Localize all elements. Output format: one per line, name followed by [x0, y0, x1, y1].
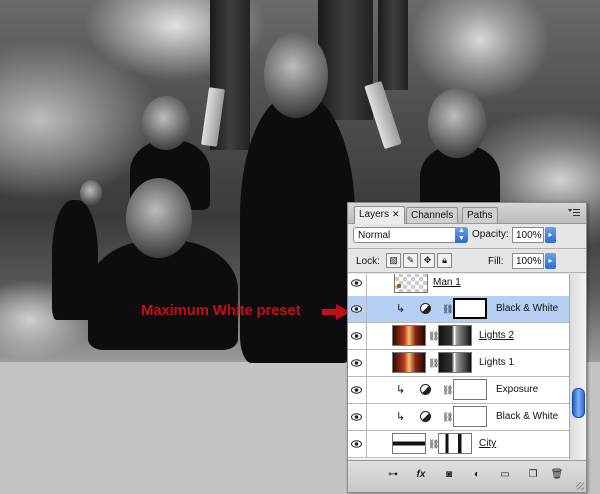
visibility-toggle[interactable] — [348, 296, 367, 322]
fill-slider-button[interactable]: ▸ — [545, 253, 556, 269]
chain-link-icon[interactable]: ⛓ — [428, 358, 439, 368]
annotation-arrow-icon — [322, 304, 350, 320]
layer-thumbnail — [392, 325, 426, 346]
layer-mask-thumbnail — [453, 298, 487, 319]
adjustment-layer-icon — [420, 384, 431, 395]
new-layer-icon[interactable]: ❐ — [524, 467, 542, 483]
close-icon[interactable]: ✕ — [392, 209, 400, 219]
tab-layers-label: Layers — [359, 209, 390, 220]
face-left-man — [80, 180, 102, 206]
layer-row-lights-2[interactable]: ⛓ Lights 2 — [348, 323, 569, 350]
eye-icon — [351, 359, 362, 367]
eye-icon — [351, 386, 362, 394]
face-front-man — [126, 178, 192, 258]
tab-layers[interactable]: Layers ✕ — [354, 206, 405, 224]
layer-name[interactable]: Exposure — [496, 384, 538, 395]
layer-thumbnail — [392, 352, 426, 373]
lock-all-icon[interactable]: 🔒︎ — [437, 253, 452, 268]
link-layers-icon[interactable]: ⊶ — [384, 467, 402, 483]
opacity-input[interactable]: 100% — [512, 227, 544, 243]
eye-icon — [351, 305, 362, 313]
layer-row-lights-1[interactable]: ⛓ Lights 1 — [348, 350, 569, 377]
clipping-arrow-icon: ↳ — [396, 411, 406, 423]
layer-name[interactable]: Black & White — [496, 411, 558, 422]
opacity-label: Opacity: — [472, 229, 509, 240]
lock-label: Lock: — [356, 256, 380, 267]
fill-label: Fill: — [488, 256, 504, 267]
visibility-toggle[interactable] — [348, 350, 367, 376]
eye-icon — [351, 440, 362, 448]
layer-row-black-white-selected[interactable]: ↳ ⛓ Black & White — [348, 296, 569, 323]
skyscraper-far-right — [378, 0, 408, 90]
lock-position-icon[interactable]: ✥ — [420, 253, 435, 268]
layer-name[interactable]: City — [479, 438, 496, 449]
panel-tab-bar: Layers ✕ Channels Paths — [348, 203, 586, 224]
chain-link-icon[interactable]: ⛓ — [428, 331, 439, 341]
divider — [348, 248, 586, 249]
layers-panel: Layers ✕ Channels Paths Normal ▲ ▼ Opacity… — [347, 202, 587, 493]
layer-mask-thumbnail — [438, 433, 472, 454]
annotation-label: Maximum White preset — [141, 302, 301, 319]
visibility-toggle[interactable] — [348, 431, 367, 457]
face-right-man — [428, 88, 486, 158]
visibility-toggle[interactable] — [348, 274, 367, 296]
layer-name[interactable]: Man 1 — [433, 277, 461, 288]
layer-thumbnail — [394, 274, 428, 293]
figure-center-man — [240, 95, 355, 363]
divider — [348, 272, 586, 273]
layer-row-black-white[interactable]: ↳ ⛓ Black & White — [348, 404, 569, 431]
lock-image-pixels-icon[interactable]: ✎ — [403, 253, 418, 268]
new-adjustment-icon[interactable]: ◐ — [468, 467, 486, 483]
tab-paths-label: Paths — [467, 210, 493, 221]
layer-thumbnail — [392, 433, 426, 454]
face-center-man — [264, 32, 328, 118]
tab-channels-label: Channels — [411, 210, 454, 221]
clipping-arrow-icon: ↳ — [396, 303, 406, 315]
scrollbar-thumb[interactable] — [572, 388, 585, 418]
face-hat-man — [142, 96, 190, 150]
layer-row-exposure[interactable]: ↳ ⛓ Exposure — [348, 377, 569, 404]
tab-paths[interactable]: Paths — [462, 207, 498, 223]
new-group-icon[interactable]: ▭ — [496, 467, 514, 483]
layer-mask-thumbnail — [438, 352, 472, 373]
lock-transparent-pixels-icon[interactable]: ▨ — [386, 253, 401, 268]
layer-mask-thumbnail — [453, 406, 487, 427]
add-mask-icon[interactable]: ◙ — [440, 467, 458, 483]
layer-row-man-1[interactable]: Man 1 — [348, 274, 569, 297]
layers-scrollbar[interactable] — [569, 274, 586, 459]
blend-mode-value: Normal — [358, 230, 391, 241]
layer-name[interactable]: Black & White — [496, 303, 558, 314]
opacity-slider-button[interactable]: ▸ — [545, 227, 556, 243]
visibility-toggle[interactable] — [348, 323, 367, 349]
tab-channels[interactable]: Channels — [406, 207, 459, 223]
chain-link-icon[interactable]: ⛓ — [428, 439, 439, 449]
clipping-arrow-icon: ↳ — [396, 384, 406, 396]
layers-list: Man 1 ↳ ⛓ Black & White ⛓ Lights 2 ⛓ Lig… — [348, 274, 569, 459]
visibility-toggle[interactable] — [348, 404, 367, 430]
select-arrows-icon: ▲ ▼ — [455, 227, 468, 243]
layer-mask-thumbnail — [453, 379, 487, 400]
layer-style-icon[interactable]: fx — [412, 467, 430, 483]
eye-icon — [351, 413, 362, 421]
layer-name[interactable]: Lights 1 — [479, 357, 514, 368]
fill-input[interactable]: 100% — [512, 253, 544, 269]
chain-link-icon[interactable]: ⛓ — [442, 412, 453, 422]
chain-link-icon[interactable]: ⛓ — [442, 385, 453, 395]
delete-layer-icon[interactable]: 🗑 — [548, 467, 566, 483]
adjustment-layer-icon — [420, 411, 431, 422]
layer-mask-thumbnail — [438, 325, 472, 346]
layer-row-city[interactable]: ⛓ City — [348, 431, 569, 458]
blend-mode-select[interactable]: Normal ▲ ▼ — [353, 227, 468, 243]
chain-link-icon[interactable]: ⛓ — [442, 304, 453, 314]
brush-mark — [397, 284, 401, 288]
layer-name[interactable]: Lights 2 — [479, 330, 514, 341]
panel-menu-icon[interactable] — [567, 207, 581, 219]
figure-left-man — [52, 200, 98, 320]
eye-icon — [351, 279, 362, 287]
visibility-toggle[interactable] — [348, 377, 367, 403]
resize-grip-icon[interactable] — [576, 482, 584, 490]
adjustment-layer-icon — [420, 303, 431, 314]
eye-icon — [351, 332, 362, 340]
panel-bottom-toolbar: ⊶ fx ◙ ◐ ▭ ❐ 🗑 — [348, 460, 586, 492]
